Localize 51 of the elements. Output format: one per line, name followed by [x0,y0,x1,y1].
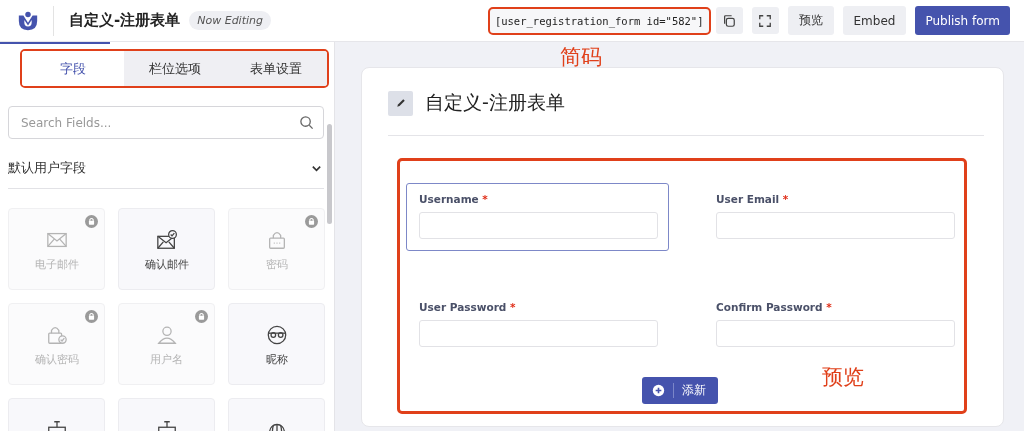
lock-icon [305,215,318,228]
copy-icon [722,13,737,28]
field-label: 确认邮件 [144,257,189,272]
edit-icon[interactable] [388,90,413,116]
copy-button[interactable] [715,7,743,34]
person-icon [155,324,178,346]
input-field[interactable] [419,212,658,239]
input-label: User Email * [716,193,790,205]
input-label: User Password * [419,301,517,313]
logo-icon [17,9,39,32]
padlock-icon [45,324,68,346]
status-badge: Now Editing [189,11,271,30]
form-title: 自定义-注册表单 [69,11,181,30]
search-icon [299,115,314,130]
form-field[interactable]: Username * [406,183,669,251]
form-field[interactable]: User Email * [703,183,966,251]
input-label: Confirm Password * [716,301,833,313]
lock-icon [195,310,208,323]
field-label: 昵称 [265,352,288,367]
envelope-icon [155,229,178,251]
fullscreen-icon [758,13,773,28]
sidebar-tab[interactable]: 表单设置 [225,51,327,86]
mask-icon [265,324,288,346]
field-label: 电子邮件 [34,257,79,272]
fullscreen-button[interactable] [751,7,779,34]
annotation-label: 预览 [822,364,864,391]
lock-icon [85,215,98,228]
section-title: 默认用户字段 [8,159,86,177]
input-field[interactable] [716,320,955,347]
form-heading: 自定义-注册表单 [425,90,565,115]
field-label: 用户名 [150,352,183,367]
plus-icon [652,384,665,397]
input-label: Username * [419,193,489,205]
toolbar-button[interactable]: Embed [842,6,907,35]
field-card[interactable]: 确认邮件 [118,208,215,290]
field-card[interactable]: 昵称 [228,303,325,385]
search-field[interactable]: Search Fields... [8,106,324,139]
field-label: 密码 [265,257,288,272]
input-field[interactable] [419,320,658,347]
form-field[interactable]: User Password * [406,291,669,359]
form-field[interactable]: Confirm Password * [703,291,966,359]
field-label: 确认密码 [34,352,79,367]
lock-icon [85,310,98,323]
add-button[interactable]: 添新 [642,377,718,404]
annotation-label: 简码 [559,43,602,71]
toolbar-button[interactable]: 预览 [787,6,834,35]
scrollbar-thumb[interactable] [327,124,332,224]
sidebar-tab[interactable]: 栏位选项 [123,51,226,86]
input-field[interactable] [716,212,955,239]
shortcode-field[interactable]: [user_registration_form id="582"] [487,6,711,35]
publish-button[interactable]: Publish form [915,6,1010,35]
